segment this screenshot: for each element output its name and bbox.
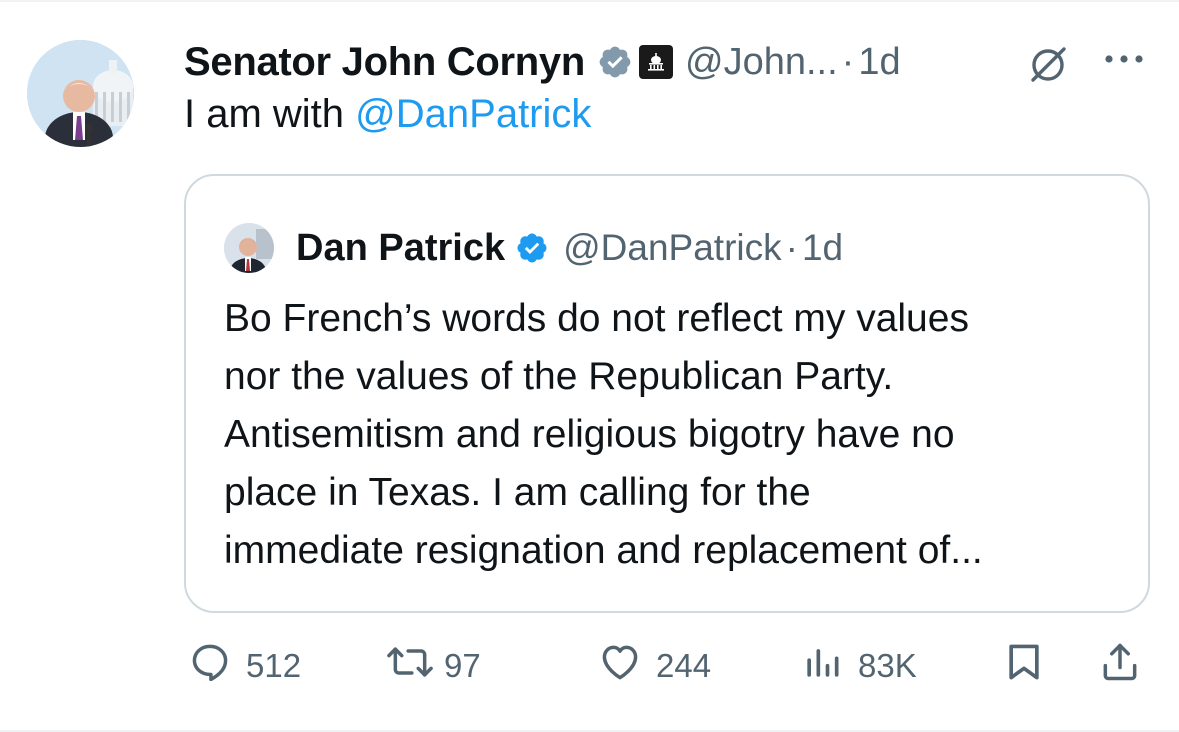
reply-count: 512 — [246, 647, 302, 684]
views-count: 83K — [858, 647, 917, 684]
top-divider — [0, 0, 1179, 2]
tweet-header: Senator John Cornyn @John... · 1d — [184, 34, 1164, 90]
quoted-tweet-text: Bo French’s words do not reflect my valu… — [224, 290, 1124, 580]
author-avatar-photo — [27, 40, 134, 147]
grok-icon[interactable] — [1024, 40, 1072, 88]
quoted-text-line: place in Texas. I am calling for the — [224, 471, 811, 514]
separator-dot: · — [841, 40, 855, 83]
share-button[interactable] — [1098, 636, 1142, 696]
share-icon — [1098, 640, 1142, 692]
quoted-tweet-card[interactable]: Dan Patrick @DanPatrick · 1d Bo French’s… — [184, 174, 1150, 613]
quoted-tweet-header: Dan Patrick @DanPatrick · 1d — [224, 220, 1124, 276]
tweet-action-bar: 512 97 244 83K — [188, 636, 1148, 696]
like-count: 244 — [656, 647, 712, 684]
tweet-text: I am with @DanPatrick — [184, 92, 591, 137]
repost-icon — [384, 640, 436, 692]
repost-button[interactable]: 97 — [384, 636, 481, 696]
bookmark-button[interactable] — [1002, 636, 1046, 696]
views-icon — [800, 640, 844, 692]
repost-count: 97 — [444, 647, 481, 684]
author-name[interactable]: Senator John Cornyn — [184, 40, 585, 85]
verified-badge-icon[interactable] — [515, 231, 549, 265]
quoted-author-avatar[interactable] — [224, 223, 274, 273]
bookmark-icon — [1002, 640, 1046, 692]
quoted-author-name[interactable]: Dan Patrick — [296, 227, 505, 270]
reply-icon — [188, 640, 232, 692]
more-options-icon[interactable] — [1100, 44, 1148, 74]
quoted-author-handle[interactable]: @DanPatrick — [563, 227, 782, 269]
author-handle[interactable]: @John... — [685, 41, 838, 84]
tweet-text-prefix: I am with — [184, 92, 356, 136]
like-button[interactable]: 244 — [598, 636, 711, 696]
capitol-building-badge-icon[interactable] — [639, 45, 673, 79]
quoted-text-line: immediate resignation and replacement of… — [224, 529, 983, 572]
quoted-text-line: Antisemitism and religious bigotry have … — [224, 413, 955, 456]
quoted-tweet-timestamp[interactable]: 1d — [802, 227, 843, 269]
like-icon — [598, 640, 642, 692]
separator-dot: · — [785, 227, 798, 268]
verified-badge-icon[interactable] — [597, 44, 633, 80]
tweet-timestamp[interactable]: 1d — [858, 41, 900, 84]
views-button[interactable]: 83K — [800, 636, 917, 696]
reply-button[interactable]: 512 — [188, 636, 301, 696]
quoted-text-line: Bo French’s words do not reflect my valu… — [224, 297, 969, 340]
author-avatar[interactable] — [27, 40, 134, 172]
mention-link[interactable]: @DanPatrick — [355, 92, 591, 136]
quoted-text-line: nor the values of the Republican Party. — [224, 355, 894, 398]
